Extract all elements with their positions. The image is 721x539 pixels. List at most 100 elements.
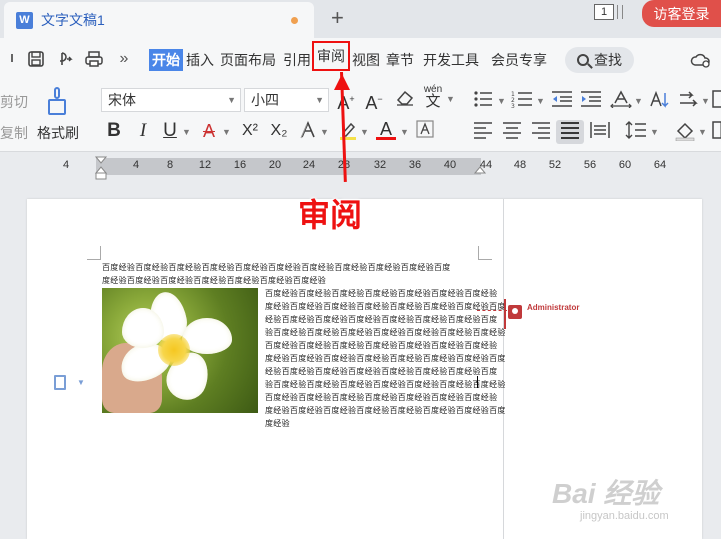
strikethrough-button[interactable]: A bbox=[199, 120, 219, 142]
document-map-icon[interactable] bbox=[54, 375, 66, 390]
horizontal-ruler[interactable]: 4 4 8 12 16 20 24 28 32 36 40 44 48 52 5… bbox=[0, 152, 721, 182]
chevron-down-icon[interactable]: ▼ bbox=[701, 96, 710, 106]
copy-button[interactable]: 复制 bbox=[0, 123, 28, 143]
cloud-sync-icon[interactable] bbox=[690, 51, 710, 69]
indent-marker-icon[interactable] bbox=[94, 156, 108, 180]
bullet-list-icon[interactable] bbox=[473, 90, 493, 114]
chevron-down-icon[interactable]: ▼ bbox=[77, 378, 85, 387]
watermark-url: jingyan.baidu.com bbox=[580, 510, 669, 522]
align-right-icon[interactable] bbox=[531, 121, 551, 145]
paragraph-line[interactable]: 度经验 bbox=[265, 417, 290, 430]
chevron-down-icon[interactable]: ▼ bbox=[698, 127, 707, 137]
export-icon[interactable] bbox=[55, 50, 75, 68]
comment-pane-divider bbox=[503, 199, 504, 539]
chevron-down-icon[interactable]: ▼ bbox=[320, 127, 329, 137]
paragraph-line[interactable]: 验百度经验百度经验百度经验百度经验百度经验百度经验百度经验 bbox=[265, 378, 506, 391]
font-size-select[interactable]: 小四 ▼ bbox=[244, 88, 329, 112]
align-left-icon[interactable] bbox=[473, 121, 493, 145]
tab-sections[interactable]: 章节 bbox=[385, 49, 415, 71]
underline-button[interactable]: U bbox=[161, 120, 179, 142]
font-name-select[interactable]: 宋体 ▼ bbox=[101, 88, 241, 112]
paragraph-line[interactable]: 经验百度经验百度经验百度经验百度经验百度经验百度经验百度 bbox=[265, 313, 497, 326]
numbered-list-icon[interactable]: 123 bbox=[511, 90, 533, 114]
justify-icon[interactable] bbox=[560, 121, 580, 145]
line-spacing-icon[interactable] bbox=[625, 121, 647, 145]
margin-corner bbox=[87, 246, 101, 260]
cut-button[interactable]: 剪切 bbox=[0, 92, 28, 112]
user-icon bbox=[508, 305, 522, 319]
annotation-label: 审阅 bbox=[298, 197, 363, 233]
paragraph-line[interactable]: 验百度经验百度经验百度经验百度经验百度经验百度经验百度经验 bbox=[265, 326, 506, 339]
font-name-value: 宋体 bbox=[108, 92, 136, 108]
paragraph-line[interactable]: 百度经验百度经验百度经验百度经验百度经验百度经验百度经验百度经验百度经验百度经验… bbox=[102, 261, 451, 274]
chevron-down-icon[interactable]: ▼ bbox=[182, 127, 191, 137]
paragraph-line[interactable]: 度经验百度经验百度经验百度经验百度经验百度经验百度经验百度 bbox=[265, 300, 506, 313]
more-menus-icon[interactable]: » bbox=[114, 50, 134, 68]
tab-references[interactable]: 引用 bbox=[282, 49, 312, 71]
search-button[interactable]: 查找 bbox=[565, 47, 634, 73]
chevron-down-icon[interactable]: ▼ bbox=[650, 127, 659, 137]
chevron-down-icon[interactable]: ▼ bbox=[497, 96, 506, 106]
tab-home[interactable]: 开始 bbox=[149, 49, 183, 71]
text-direction-icon[interactable] bbox=[609, 90, 633, 114]
menu-icon[interactable] bbox=[0, 50, 20, 68]
subscript-button[interactable]: X₂ bbox=[267, 120, 291, 142]
menu-bar: » 开始 插入 页面布局 引用 审阅 视图 章节 开发工具 会员专享 查找 bbox=[0, 38, 721, 80]
format-painter-icon[interactable] bbox=[46, 87, 68, 117]
distribute-icon[interactable] bbox=[589, 121, 611, 145]
decrease-indent-icon[interactable] bbox=[551, 90, 573, 114]
text-effect-icon[interactable] bbox=[298, 120, 318, 145]
ruler-label: 4 bbox=[132, 159, 140, 171]
align-center-icon[interactable] bbox=[502, 121, 522, 145]
paragraph-line[interactable]: 度经验百度经验百度经验百度经验百度经验百度经验百度经验 bbox=[102, 274, 326, 287]
show-marks-icon[interactable] bbox=[678, 90, 700, 114]
table-icon[interactable] bbox=[712, 90, 721, 114]
superscript-button[interactable]: X² bbox=[238, 120, 262, 142]
print-icon[interactable] bbox=[84, 50, 104, 68]
paragraph-line[interactable]: 度经验百度经验百度经验百度经验百度经验百度经验百度经验百度 bbox=[265, 352, 506, 365]
chevron-down-icon[interactable]: ▼ bbox=[360, 127, 369, 137]
tab-review[interactable]: 审阅 bbox=[312, 41, 350, 71]
ruler-label: 12 bbox=[198, 159, 212, 171]
flower-image[interactable] bbox=[102, 288, 258, 413]
paragraph-line[interactable]: 百度经验百度经验百度经验百度经验百度经验百度经验百度经验 bbox=[265, 287, 497, 300]
tab-membership[interactable]: 会员专享 bbox=[490, 49, 548, 71]
paragraph-line[interactable]: 度经验百度经验百度经验百度经验百度经验百度经验百度经验百度 bbox=[265, 404, 506, 417]
borders-icon[interactable] bbox=[712, 121, 721, 145]
increase-font-icon[interactable]: A+ bbox=[336, 88, 356, 114]
increase-indent-icon[interactable] bbox=[580, 90, 602, 114]
font-color-button[interactable]: A bbox=[376, 118, 396, 140]
tab-developer[interactable]: 开发工具 bbox=[422, 49, 480, 71]
comment-author[interactable]: Administrator bbox=[527, 303, 579, 312]
tab-page-layout[interactable]: 页面布局 bbox=[219, 49, 277, 71]
save-icon[interactable] bbox=[26, 50, 46, 68]
chevron-down-icon[interactable]: ▼ bbox=[446, 94, 455, 104]
italic-button[interactable]: I bbox=[134, 120, 152, 142]
chevron-down-icon[interactable]: ▼ bbox=[634, 96, 643, 106]
page-count-icon[interactable]: 1 bbox=[594, 4, 614, 20]
clear-format-icon[interactable] bbox=[394, 88, 416, 112]
tab-view[interactable]: 视图 bbox=[351, 49, 381, 71]
document-tab[interactable]: W 文字文稿1 bbox=[4, 2, 314, 38]
new-tab-button[interactable]: + bbox=[331, 6, 344, 30]
highlight-icon[interactable] bbox=[337, 120, 359, 146]
bold-button[interactable]: B bbox=[104, 120, 124, 142]
chevron-down-icon[interactable]: ▼ bbox=[400, 127, 409, 137]
char-border-icon[interactable] bbox=[415, 120, 435, 144]
visitor-login-button[interactable]: 访客登录 bbox=[642, 0, 721, 27]
sort-icon[interactable] bbox=[648, 90, 670, 116]
paragraph-line[interactable]: 百度经验百度经验百度经验百度经验百度经验百度经验百度经验 bbox=[265, 391, 497, 404]
paragraph-line[interactable]: 百度经验百度经验百度经验百度经验百度经验百度经验百度经验 bbox=[265, 339, 497, 352]
chevron-down-icon[interactable]: ▼ bbox=[222, 127, 231, 137]
pinyin-guide-icon[interactable]: wén 文 bbox=[421, 84, 445, 110]
paragraph-line[interactable]: 经验百度经验百度经验百度经验百度经验百度经验百度经验百度 bbox=[265, 365, 497, 378]
shading-icon[interactable] bbox=[674, 121, 696, 147]
format-painter-label[interactable]: 格式刷 bbox=[37, 123, 79, 143]
baidu-watermark: Bai 经验 bbox=[552, 478, 660, 509]
search-label: 查找 bbox=[594, 52, 622, 68]
comment-bar bbox=[504, 299, 506, 329]
chevron-down-icon[interactable]: ▼ bbox=[536, 96, 545, 106]
decrease-font-icon[interactable]: A− bbox=[364, 88, 384, 114]
ruler-label: 56 bbox=[583, 159, 597, 171]
tab-insert[interactable]: 插入 bbox=[185, 49, 215, 71]
